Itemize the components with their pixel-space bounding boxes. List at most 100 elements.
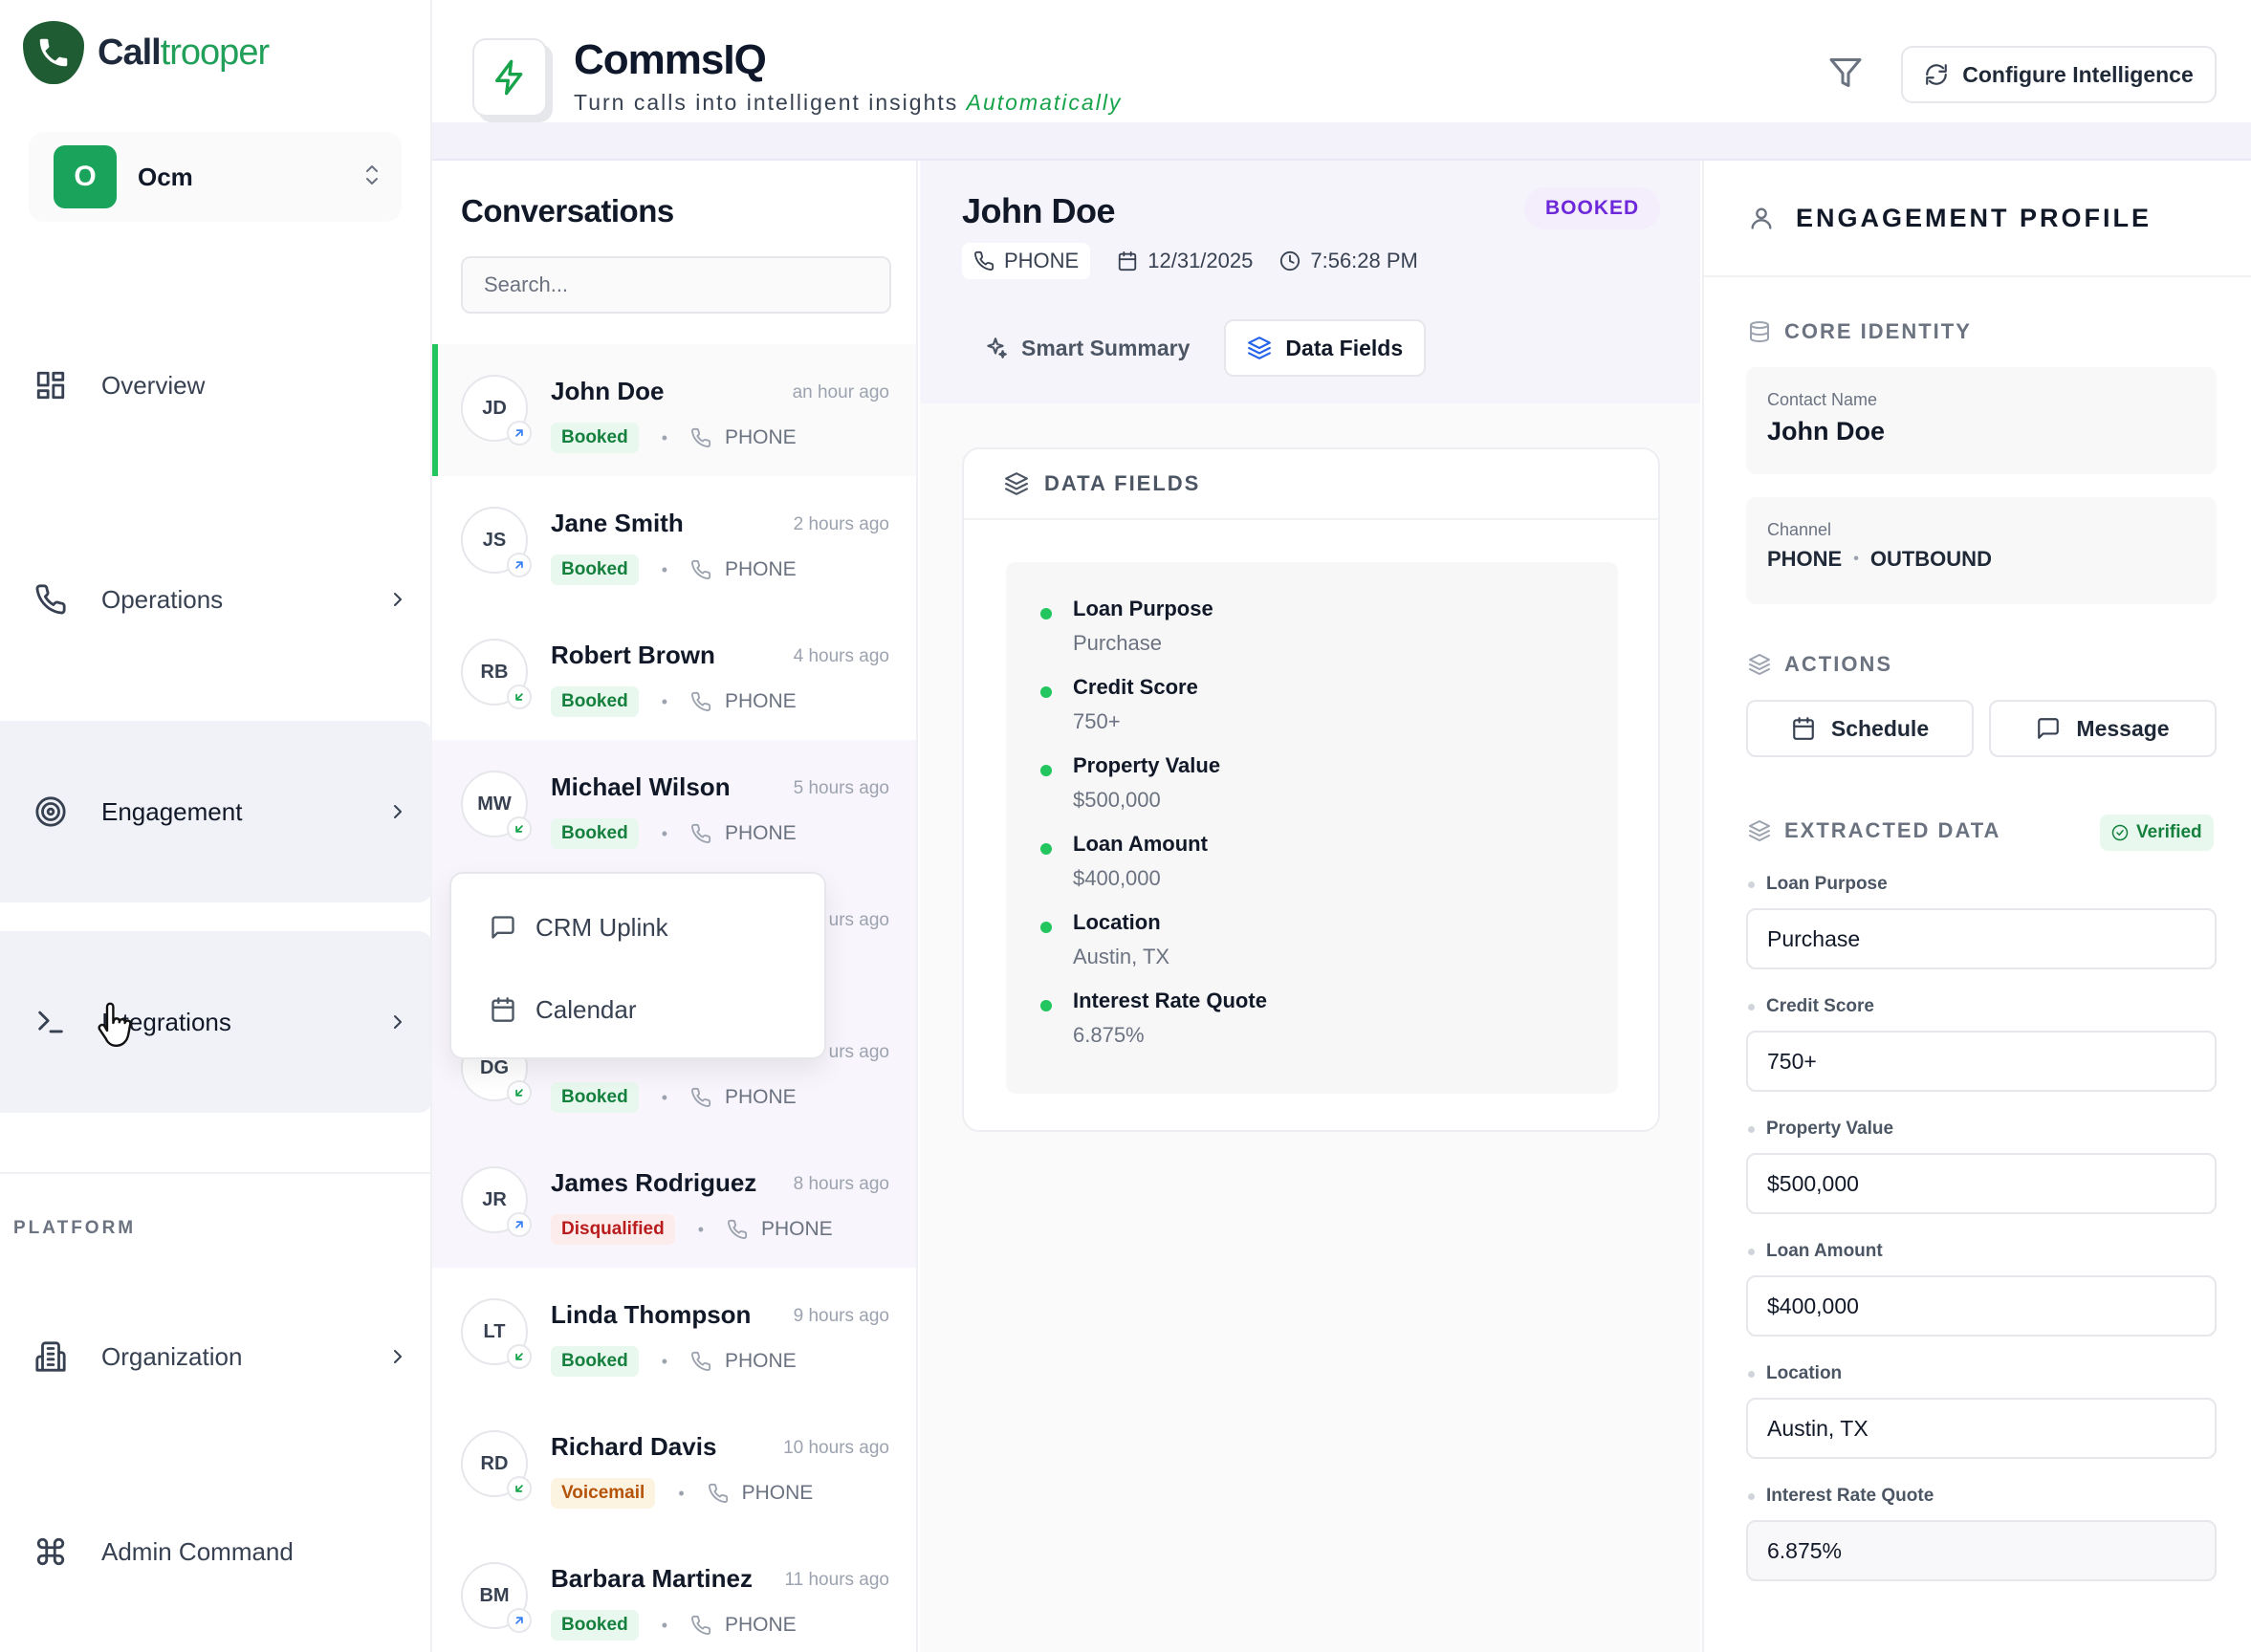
- status-badge: Booked: [551, 1610, 639, 1641]
- phone-icon: [691, 823, 711, 843]
- call-date: 12/31/2025: [1117, 249, 1253, 273]
- dropdown-item-label: Calendar: [535, 994, 637, 1024]
- tab-data-fields[interactable]: Data Fields: [1224, 319, 1427, 377]
- phone-icon: [691, 559, 711, 579]
- database-icon: [1750, 321, 1769, 342]
- data-field-value: $400,000: [1073, 866, 1161, 890]
- nav-organization[interactable]: Organization: [0, 1266, 432, 1447]
- conversation-time: 10 hours ago: [783, 1438, 889, 1458]
- chevron-up-down-icon: [361, 161, 382, 189]
- refresh-icon: [1926, 64, 1948, 85]
- logo[interactable]: Calltrooper: [23, 21, 270, 84]
- extracted-label: Loan Purpose: [1748, 874, 1888, 895]
- nav-operations[interactable]: Operations: [0, 509, 432, 690]
- message-button[interactable]: Message: [1989, 700, 2217, 757]
- nav-overview[interactable]: Overview: [0, 294, 432, 476]
- dropdown-item-calendar[interactable]: Calendar: [490, 987, 637, 1032]
- nav-organization-label: Organization: [101, 1341, 243, 1371]
- phone-icon: [691, 1087, 711, 1107]
- conversation-time: urs ago: [828, 910, 889, 930]
- conversation-time: 2 hours ago: [793, 514, 889, 534]
- extracted-label: Interest Rate Quote: [1748, 1486, 1934, 1507]
- arrow-inbound-icon: [507, 1344, 532, 1369]
- subtitle-accent: Automatically: [966, 90, 1123, 115]
- status-badge: Booked: [551, 686, 639, 717]
- data-field-value: 750+: [1073, 709, 1121, 733]
- integrations-dropdown: CRM Uplink Calendar: [449, 872, 826, 1059]
- status-badge: Booked: [551, 1346, 639, 1377]
- lightning-icon: [472, 38, 547, 117]
- channel-card: Channel PHONE • OUTBOUND: [1746, 497, 2217, 604]
- layers-icon: [1749, 654, 1770, 675]
- conversation-channel: PHONE: [741, 1482, 814, 1504]
- conversation-detail: John Doe BOOKED PHONE 12/31/2025 7:56:28…: [920, 161, 1700, 1652]
- core-identity-title: CORE IDENTITY: [1748, 319, 1972, 344]
- filter-icon: [1829, 58, 1862, 87]
- conversation-name: Michael Wilson: [551, 772, 731, 801]
- conversation-item[interactable]: JD John Doe an hour ago Booked • PHONE: [432, 344, 916, 476]
- channel-label: Channel: [1767, 520, 1832, 539]
- arrow-outbound-icon: [507, 421, 532, 446]
- conversation-item[interactable]: JS Jane Smith 2 hours ago Booked • PHONE: [432, 476, 916, 608]
- conversation-name: James Rodriguez: [551, 1168, 757, 1197]
- layers-icon: [1248, 337, 1272, 359]
- conversation-item[interactable]: BM Barbara Martinez 11 hours ago Booked •…: [432, 1532, 916, 1652]
- phone-icon: [974, 250, 994, 271]
- arrow-inbound-icon: [507, 1080, 532, 1105]
- extracted-label: Loan Amount: [1748, 1241, 1883, 1262]
- chevron-right-icon: [394, 1015, 402, 1029]
- data-field-label: Property Value: [1073, 753, 1221, 777]
- phone-icon: [691, 691, 711, 711]
- conversation-item[interactable]: LT Linda Thompson 9 hours ago Booked • PHO…: [432, 1268, 916, 1400]
- extracted-label: Credit Score: [1748, 996, 1874, 1017]
- conversation-item[interactable]: JR James Rodriguez 8 hours ago Disqualif…: [432, 1136, 916, 1268]
- data-fields-list: Loan Purpose Purchase Credit Score 750+ Pr…: [1006, 562, 1618, 1094]
- page-subtitle: Turn calls into intelligent insights Aut…: [574, 90, 1123, 115]
- dropdown-item-crm-uplink[interactable]: CRM Uplink: [490, 904, 668, 950]
- conversation-item[interactable]: MW Michael Wilson 5 hours ago Booked • PHO…: [432, 740, 916, 872]
- logo-text: Calltrooper: [98, 32, 270, 73]
- search-input[interactable]: [461, 256, 891, 314]
- platform-section-label: PLATFORM: [13, 1218, 137, 1238]
- configure-intelligence-button[interactable]: Configure Intelligence: [1901, 46, 2217, 103]
- nav-engagement-label: Engagement: [101, 796, 243, 826]
- org-switcher[interactable]: O Ocm: [29, 132, 402, 222]
- sparkles-icon: [987, 337, 1007, 359]
- loan-purpose-field[interactable]: [1746, 908, 2217, 969]
- conversation-name: John Doe: [551, 377, 665, 405]
- conversation-name: Jane Smith: [551, 509, 684, 537]
- conversation-item[interactable]: RD Richard Davis 10 hours ago Voicemail •…: [432, 1400, 916, 1532]
- nav-engagement[interactable]: Engagement: [0, 721, 432, 902]
- conversation-item[interactable]: RB Robert Brown 4 hours ago Booked • PHONE: [432, 608, 916, 740]
- property-value-field[interactable]: [1746, 1153, 2217, 1214]
- channel-value: PHONE • OUTBOUND: [1767, 547, 1992, 571]
- schedule-button[interactable]: Schedule: [1746, 700, 1974, 757]
- phone-icon: [708, 1483, 728, 1503]
- nav-integrations[interactable]: Integrations: [0, 931, 432, 1113]
- phone-icon: [35, 584, 66, 615]
- filter-button[interactable]: [1828, 55, 1863, 90]
- nav-admin-command[interactable]: Admin Command: [0, 1461, 432, 1642]
- conversation-channel: PHONE: [725, 822, 797, 844]
- extracted-label: Property Value: [1748, 1119, 1893, 1140]
- interest-rate-quote-field[interactable]: [1746, 1520, 2217, 1581]
- contact-title: John Doe: [962, 191, 1116, 230]
- phone-icon: [728, 1219, 748, 1239]
- conversation-channel: PHONE: [725, 1350, 797, 1372]
- chevron-right-icon: [394, 1350, 402, 1363]
- arrow-inbound-icon: [507, 685, 532, 709]
- target-icon: [35, 796, 66, 827]
- page-title: CommsIQ: [574, 36, 767, 83]
- location-field[interactable]: [1746, 1398, 2217, 1459]
- conversation-name: Robert Brown: [551, 641, 715, 669]
- nav-admin-command-label: Admin Command: [101, 1536, 294, 1566]
- data-field-label: Loan Purpose: [1073, 597, 1213, 620]
- conversation-time: 4 hours ago: [793, 646, 889, 666]
- calendar-icon: [1119, 250, 1137, 272]
- call-time: 7:56:28 PM: [1279, 249, 1418, 273]
- credit-score-field[interactable]: [1746, 1031, 2217, 1092]
- calendar-icon: [1793, 717, 1814, 740]
- tab-smart-summary[interactable]: Smart Summary: [962, 319, 1211, 377]
- loan-amount-field[interactable]: [1746, 1275, 2217, 1337]
- org-avatar: O: [54, 145, 117, 208]
